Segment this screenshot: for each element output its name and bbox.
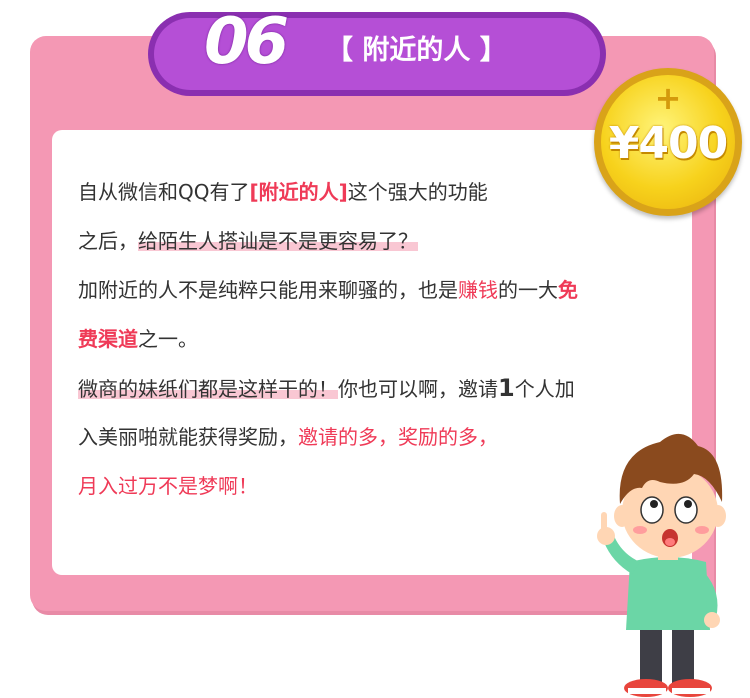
- cartoon-boy-illustration: [597, 433, 726, 697]
- emphasis-text: 邀请的多，奖励的多，: [298, 425, 498, 449]
- text-line: 微商的妹纸们都是这样干的！你也可以啊，邀请1个人加: [78, 374, 575, 402]
- emphasis-text: 月入过万不是梦啊！: [78, 474, 258, 498]
- text-line: 加附近的人不是纯粹只能用来聊骚的，也是赚钱的一大免: [78, 278, 578, 302]
- emphasis-text: 赚钱: [458, 278, 498, 302]
- feature-name: [附近的人]: [249, 180, 348, 204]
- section-title: 【 附近的人 】: [326, 35, 507, 66]
- highlighted-text: 给陌生人搭讪是不是更容易了？: [138, 229, 418, 253]
- section-banner: 06 【 附近的人 】: [148, 0, 606, 96]
- highlighted-text: 微商的妹纸们都是这样干的！: [78, 377, 338, 401]
- text-line: 之后，给陌生人搭讪是不是更容易了？: [78, 229, 418, 253]
- plus-icon: +: [654, 79, 682, 117]
- emphasis-text: 免: [558, 278, 578, 302]
- emphasis-text: 费渠道: [78, 327, 138, 351]
- invite-count: 1: [498, 374, 515, 402]
- text-line: 自从微信和QQ有了[附近的人]这个强大的功能: [78, 180, 488, 204]
- reward-amount: ¥400: [608, 118, 728, 169]
- section-number: 06: [204, 5, 289, 79]
- text-line: 费渠道之一。: [78, 327, 198, 351]
